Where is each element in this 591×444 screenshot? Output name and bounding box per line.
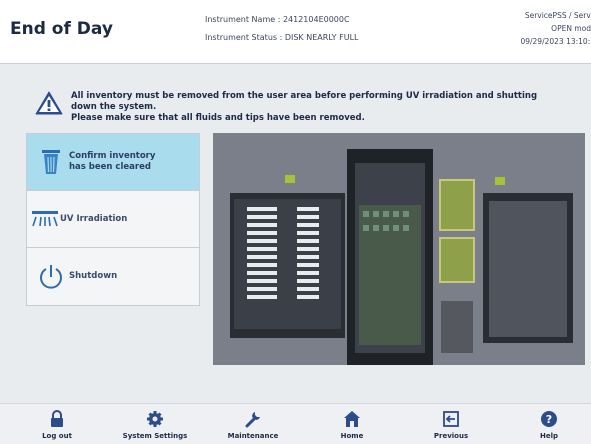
power-icon bbox=[33, 259, 69, 295]
tip-rack-module bbox=[230, 175, 345, 338]
plate-module bbox=[347, 149, 433, 365]
previous-button[interactable]: Previous bbox=[406, 404, 496, 444]
warning-line-2: down the system. bbox=[71, 102, 157, 112]
home-button[interactable]: Home bbox=[307, 404, 397, 444]
home-icon bbox=[344, 411, 360, 427]
warning-icon bbox=[35, 91, 63, 115]
maintenance-button[interactable]: Maintenance bbox=[208, 404, 298, 444]
waste-rack-module bbox=[483, 177, 573, 343]
gear-icon bbox=[147, 411, 163, 427]
instrument-deck-image bbox=[213, 133, 585, 365]
system-settings-button[interactable]: System Settings bbox=[110, 404, 200, 444]
datetime: 09/29/2023 13:10:3 bbox=[520, 37, 591, 46]
help-icon: ? bbox=[541, 411, 557, 427]
help-button[interactable]: ? Help bbox=[504, 404, 591, 444]
step-shutdown-label: Shutdown bbox=[69, 271, 118, 281]
logout-button[interactable]: Log out bbox=[12, 404, 102, 444]
mode-indicator: OPEN mod bbox=[551, 24, 591, 33]
warning-line-3: Please make sure that all fluids and tip… bbox=[71, 113, 365, 123]
previous-icon bbox=[443, 411, 459, 427]
step-uv-irradiation-label: UV Irradiation bbox=[60, 213, 128, 224]
lock-icon bbox=[51, 410, 63, 427]
header-bar: End of Day Instrument Name : 2412104E000… bbox=[0, 0, 591, 64]
end-of-day-steps: Confirm inventory has been cleared UV Ir… bbox=[26, 133, 200, 306]
instrument-status: Instrument Status : DISK NEARLY FULL bbox=[205, 33, 359, 42]
reagent-plate-module bbox=[439, 179, 475, 353]
page-title: End of Day bbox=[10, 19, 113, 39]
wrench-icon bbox=[245, 412, 260, 428]
step-confirm-inventory-label: Confirm inventory has been cleared bbox=[69, 151, 156, 172]
trash-icon bbox=[33, 144, 69, 180]
instrument-name: Instrument Name : 2412104E0000C bbox=[205, 15, 350, 24]
warning-line-1: All inventory must be removed from the u… bbox=[71, 91, 538, 101]
step-shutdown[interactable]: Shutdown bbox=[27, 248, 199, 305]
uv-lamp-icon bbox=[30, 201, 60, 237]
step-confirm-inventory[interactable]: Confirm inventory has been cleared bbox=[27, 134, 199, 191]
user-role: ServicePSS / Servic bbox=[524, 11, 591, 20]
warning-message: All inventory must be removed from the u… bbox=[71, 91, 561, 124]
bottom-toolbar: Log out System Settings Maintenance Home bbox=[0, 403, 591, 444]
svg-text:?: ? bbox=[546, 413, 552, 426]
step-uv-irradiation[interactable]: UV Irradiation bbox=[27, 191, 199, 248]
